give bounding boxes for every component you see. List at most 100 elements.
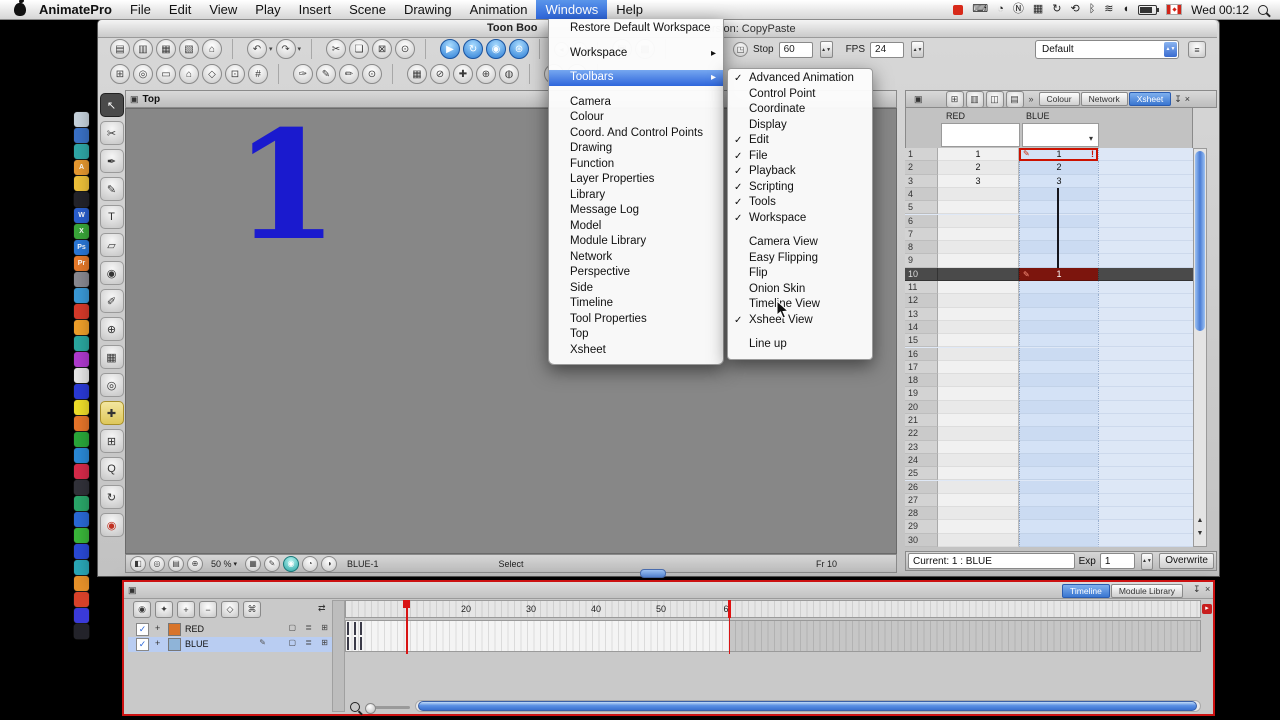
xsheet-cell-blue[interactable] xyxy=(1019,334,1098,348)
toolbar-icon[interactable]: ↶ xyxy=(247,39,267,59)
dropper-tool[interactable]: ◎ xyxy=(99,373,124,397)
toolbar-icon[interactable]: ⌂ xyxy=(202,39,222,59)
toolbar-icon[interactable]: ✏ xyxy=(339,64,359,84)
panel-close-icon[interactable]: × xyxy=(1205,584,1210,594)
toolbar-icon[interactable]: ✂ xyxy=(326,39,347,59)
panel-menu-icon[interactable]: ▣ xyxy=(128,585,137,596)
stop-frame-marker[interactable] xyxy=(728,600,731,618)
combobox-stepper-icon[interactable]: ▲▼ xyxy=(1164,42,1177,57)
xsheet-cell-blue[interactable] xyxy=(1019,480,1098,494)
timeline-layer-blue[interactable]: ✓ + BLUE ✎ ▢ ≣ ⊞ xyxy=(128,637,332,652)
dock-icon[interactable] xyxy=(74,272,89,287)
submenu-item-coordinate[interactable]: Coordinate xyxy=(728,102,872,118)
polyline-tool[interactable]: ▦ xyxy=(99,345,124,369)
toolbar-icon[interactable]: ↻ xyxy=(463,39,484,59)
xsheet-cell-extra[interactable] xyxy=(1098,334,1193,348)
track-red[interactable] xyxy=(346,621,1200,636)
menu-item-toolbars[interactable]: Toolbars ▸ xyxy=(549,70,723,86)
dock-icon[interactable] xyxy=(74,432,89,447)
xsheet-cell-extra[interactable] xyxy=(1098,440,1193,454)
toolbar-icon[interactable]: ⊕ xyxy=(476,64,496,84)
xsheet-cell-extra[interactable] xyxy=(1098,148,1193,162)
xsheet-cell-extra[interactable] xyxy=(1098,201,1193,215)
submenu-item-control-point[interactable]: Control Point xyxy=(728,87,872,103)
submenu-item-easy-flipping[interactable]: Easy Flipping xyxy=(728,251,872,267)
dock-icon[interactable]: A xyxy=(74,160,89,175)
xsheet-tab-xsheet[interactable]: Xsheet xyxy=(1128,92,1172,106)
submenu-item-scripting[interactable]: ✓ Scripting xyxy=(728,180,872,196)
toolbar-icon[interactable]: ▶ xyxy=(440,39,461,59)
column-header-red[interactable]: RED xyxy=(946,111,965,121)
xsheet-cell-red[interactable] xyxy=(938,281,1019,295)
status-icon[interactable]: ◔ xyxy=(302,555,319,572)
timeline-toolbar-icon[interactable]: ✦ xyxy=(155,601,173,618)
model-tool[interactable]: ◉ xyxy=(99,513,124,537)
xsheet-cell-blue[interactable] xyxy=(1019,400,1098,414)
xsheet-cell-red[interactable] xyxy=(938,414,1019,428)
xsheet-cell-extra[interactable] xyxy=(1098,493,1193,508)
layer-options-icon[interactable]: ⊞ xyxy=(321,638,328,647)
toolbar-icon[interactable]: ⊛ xyxy=(509,39,530,59)
menu-item-library[interactable]: Library xyxy=(549,188,723,204)
menu-item-workspace[interactable]: Workspace ▸ xyxy=(549,46,723,62)
toolbar-icon[interactable]: ▦ xyxy=(156,39,176,59)
fps-stepper[interactable]: ▲▼ xyxy=(911,41,925,58)
xsheet-cell-blue[interactable] xyxy=(1019,440,1098,454)
panel-pin-icon[interactable]: ↧ xyxy=(1193,584,1201,595)
status-icon[interactable]: ▦ xyxy=(1033,0,1043,19)
status-icon[interactable]: Ⓝ xyxy=(1013,0,1024,19)
submenu-item-flip[interactable]: Flip xyxy=(728,266,872,282)
xsheet-cell-red[interactable] xyxy=(938,347,1019,361)
toolbar-icon[interactable]: ◍ xyxy=(499,64,519,84)
timeline-scrollbar-thumb[interactable] xyxy=(418,701,1197,711)
toolbar-icon[interactable]: ✑ xyxy=(293,64,313,84)
dock-icon[interactable] xyxy=(74,528,89,543)
toolbar-icon[interactable]: ↷ xyxy=(275,39,296,59)
submenu-item-edit[interactable]: ✓ Edit xyxy=(728,133,872,149)
xsheet-cell-blue[interactable] xyxy=(1019,414,1098,428)
xsheet-toolbar-icon[interactable]: ▤ xyxy=(1005,90,1024,108)
xsheet-cell-extra[interactable] xyxy=(1098,400,1193,414)
scroll-down-icon[interactable]: ▼ xyxy=(1194,530,1206,537)
submenu-item-playback[interactable]: ✓ Playback xyxy=(728,164,872,180)
xsheet-cell-red[interactable] xyxy=(938,374,1019,388)
transform-tool[interactable]: ✚ xyxy=(99,401,124,425)
timeline-zoom-slider[interactable] xyxy=(365,703,410,714)
menubar-item-view[interactable]: View xyxy=(200,0,246,19)
xsheet-cell-red[interactable] xyxy=(938,254,1019,268)
xsheet-cell-extra[interactable] xyxy=(1098,174,1193,188)
xsheet-cell-blue[interactable]: 3 xyxy=(1019,174,1098,188)
xsheet-toolbar-icon[interactable]: ▥ xyxy=(965,90,984,108)
input-language-flag-icon[interactable] xyxy=(1166,4,1183,15)
menubar-clock[interactable]: Wed 00:12 xyxy=(1191,3,1249,17)
xsheet-cell-red[interactable] xyxy=(938,227,1019,242)
submenu-item-onion-skin[interactable]: Onion Skin xyxy=(728,282,872,298)
xsheet-cell-extra[interactable] xyxy=(1098,267,1193,281)
xsheet-cell-extra[interactable] xyxy=(1098,520,1193,534)
xsheet-cell-red[interactable] xyxy=(938,520,1019,534)
xsheet-cell-red[interactable] xyxy=(938,400,1019,414)
dock-icon[interactable] xyxy=(74,336,89,351)
panel-pin-icon[interactable]: ↧ xyxy=(1174,94,1182,105)
toolbar-icon[interactable]: ⊠ xyxy=(372,39,393,59)
xsheet-cell-blue[interactable]: 2 xyxy=(1019,161,1098,175)
xsheet-cell-blue[interactable] xyxy=(1019,453,1098,468)
dock-icon[interactable] xyxy=(74,288,89,303)
timeline-tab-timeline[interactable]: Timeline xyxy=(1062,584,1110,598)
xsheet-cell-extra[interactable] xyxy=(1098,387,1193,401)
xsheet-cell-extra[interactable] xyxy=(1098,227,1193,242)
xsheet-cell-extra[interactable] xyxy=(1098,320,1193,335)
dock-icon[interactable] xyxy=(74,496,89,511)
submenu-item-timeline-view[interactable]: Timeline View xyxy=(728,297,872,313)
menu-item-function[interactable]: Function xyxy=(549,157,723,173)
timeline-layer-red[interactable]: ✓ + RED ▢ ≣ ⊞ xyxy=(128,622,332,637)
xsheet-cell-extra[interactable] xyxy=(1098,281,1193,295)
dock-icon[interactable] xyxy=(74,128,89,143)
timeline-toolbar-icon[interactable]: + xyxy=(177,601,195,618)
menu-item-top[interactable]: Top xyxy=(549,327,723,343)
ink-tool[interactable]: ✐ xyxy=(99,289,124,313)
workspace-list-button[interactable]: ≡ xyxy=(1188,41,1206,58)
canvas-horizontal-scrollbar[interactable] xyxy=(640,569,666,578)
menubar-item-edit[interactable]: Edit xyxy=(160,0,200,19)
column-thumbnail-blue[interactable] xyxy=(1022,123,1099,147)
